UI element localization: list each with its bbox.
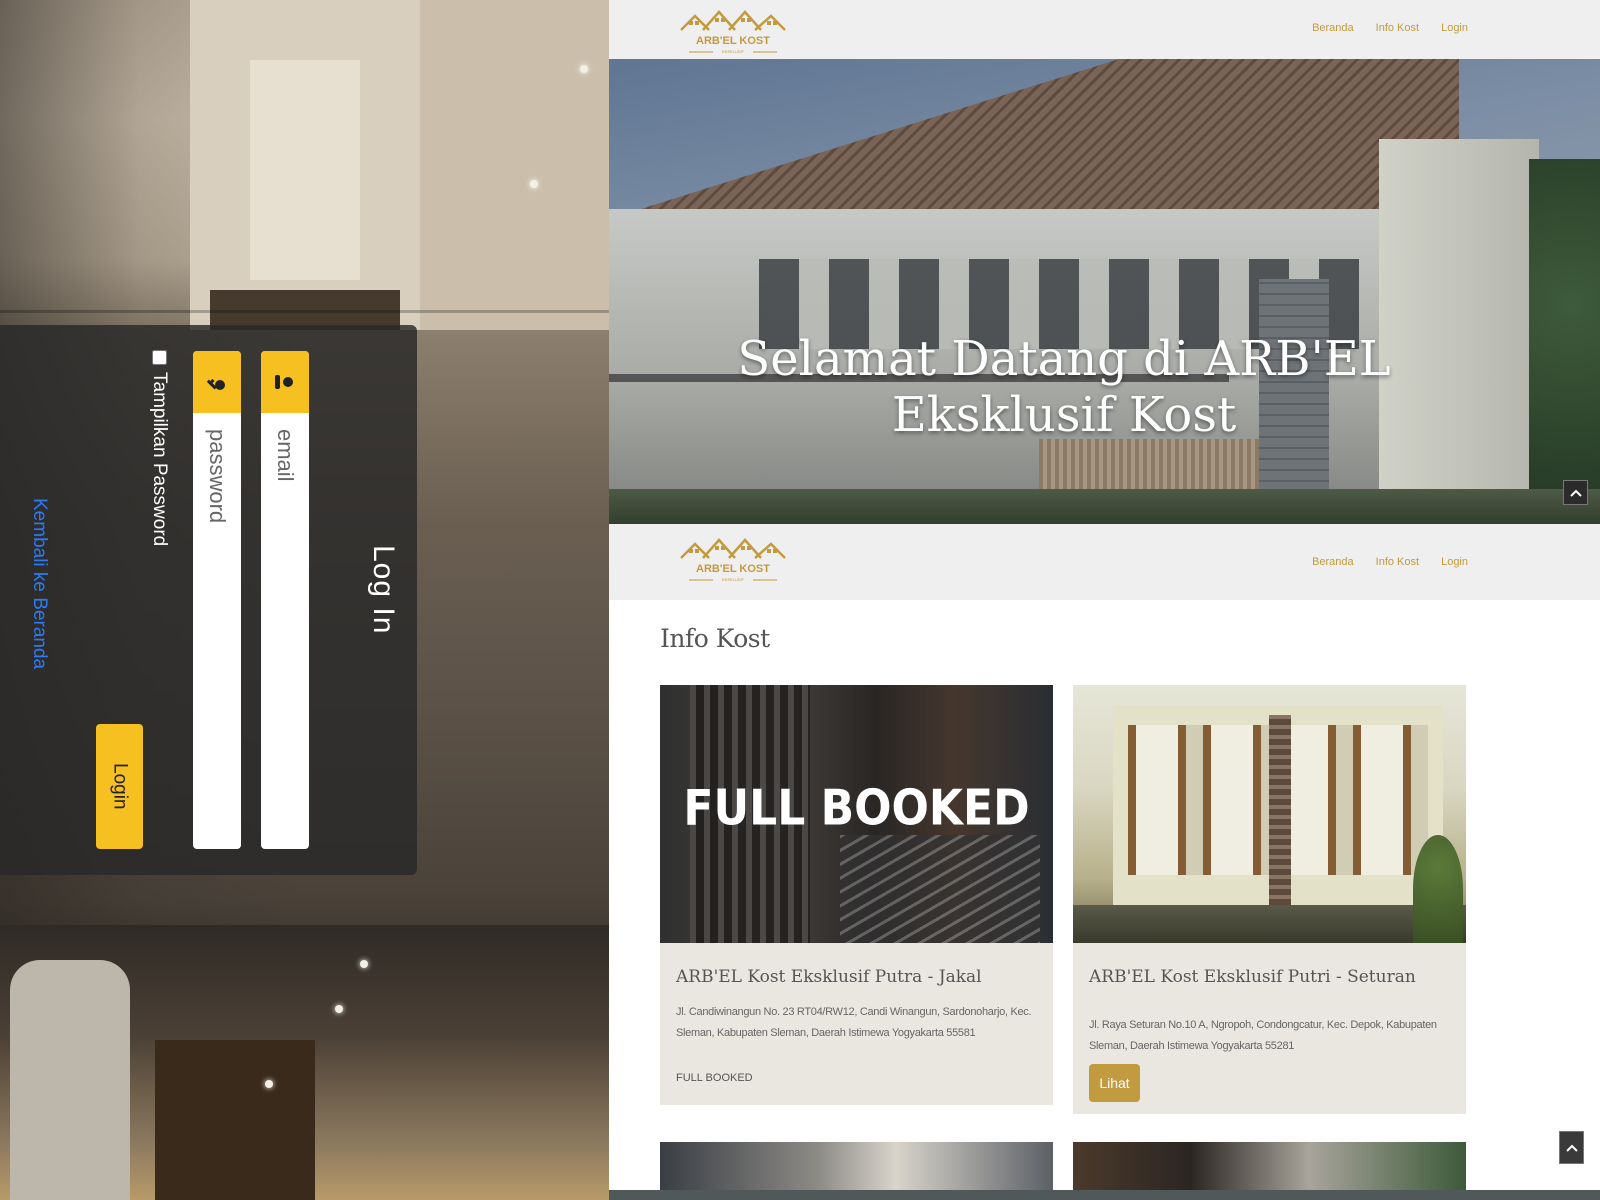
user-icon [261, 351, 309, 413]
ceiling-light [360, 960, 368, 968]
full-booked-overlay-text: FULL BOOKED [683, 779, 1030, 838]
background-ceiling [420, 0, 609, 330]
lihat-button[interactable]: Lihat [1089, 1064, 1140, 1102]
kost-card-address: Jl. Candiwinangun No. 23 RT04/RW12, Cand… [676, 1006, 1032, 1039]
arbel-kost-logo[interactable]: ARB'EL KOST EKSKLUSIF [673, 534, 793, 584]
kost-card-address: Jl. Raya Seturan No.10 A, Ngropoh, Condo… [1089, 1019, 1437, 1052]
back-to-home-link[interactable]: Kembali ke Beranda [28, 498, 50, 669]
kost-card: ARB'EL Kost Eksklusif Putri - Seturan Jl… [1073, 685, 1466, 1114]
chevron-up-icon [1569, 489, 1582, 497]
show-password-label[interactable]: Tampilkan Password [148, 372, 170, 546]
key-icon [193, 351, 241, 413]
logo-subtext: EKSKLUSIF [722, 49, 745, 54]
kost-image-putra: FULL BOOKED [660, 685, 1053, 943]
nav-login[interactable]: Login [1441, 22, 1468, 34]
ceiling-light [580, 65, 588, 73]
kost-image-putri [1073, 685, 1466, 943]
image-ground [1073, 905, 1466, 943]
nav-beranda[interactable]: Beranda [1312, 556, 1354, 568]
login-button[interactable]: Login [96, 724, 143, 849]
ceiling-light [335, 1005, 343, 1013]
background-column [250, 60, 360, 280]
logo-text: ARB'EL KOST [696, 563, 770, 575]
scroll-top-button[interactable] [1559, 1131, 1584, 1164]
kost-card-title: ARB'EL Kost Eksklusif Putra - Jakal [676, 967, 982, 987]
image-palm [1413, 835, 1463, 943]
top-navbar: ARB'EL KOST EKSKLUSIF Beranda Info Kost … [609, 0, 1600, 59]
hero-banner: Selamat Datang di ARB'EL Eksklusif Kost [609, 59, 1600, 524]
scroll-top-button[interactable] [1563, 480, 1588, 505]
info-kost-heading: Info Kost [660, 624, 770, 653]
hero-title: Selamat Datang di ARB'EL Eksklusif Kost [737, 331, 1391, 443]
login-title: Log In [367, 545, 400, 635]
nav-links: Beranda Info Kost Login [1312, 524, 1468, 600]
chevron-up-icon [1565, 1144, 1578, 1152]
website-panel: ARB'EL KOST EKSKLUSIF Beranda Info Kost … [609, 0, 1600, 1200]
background-beam [0, 310, 609, 313]
nav-info-kost[interactable]: Info Kost [1376, 556, 1419, 568]
nav-links: Beranda Info Kost Login [1312, 0, 1468, 56]
footer-edge [609, 1190, 1600, 1200]
nav-beranda[interactable]: Beranda [1312, 22, 1354, 34]
ceiling-light [265, 1080, 273, 1088]
kost-card-status: FULL BOOKED [676, 1072, 753, 1084]
show-password-row: Tampilkan Password [148, 350, 172, 600]
password-input[interactable] [193, 413, 241, 849]
nav-login[interactable]: Login [1441, 556, 1468, 568]
login-page-panel: Log In Tampilkan Password Login Kembali … [0, 0, 609, 1200]
show-password-checkbox[interactable] [152, 350, 167, 365]
secondary-navbar: ARB'EL KOST EKSKLUSIF Beranda Info Kost … [609, 524, 1600, 600]
email-input[interactable] [261, 413, 309, 849]
hero-tree [1529, 159, 1600, 524]
email-field-group [261, 351, 309, 849]
logo-text: ARB'EL KOST [696, 35, 770, 47]
hero-ground [609, 489, 1600, 524]
logo-subtext: EKSKLUSIF [722, 577, 745, 582]
password-field-group [193, 351, 241, 849]
kost-card-title: ARB'EL Kost Eksklusif Putri - Seturan [1089, 967, 1416, 987]
ceiling-light [530, 180, 538, 188]
image-stone-column [1269, 715, 1291, 915]
nav-info-kost[interactable]: Info Kost [1376, 22, 1419, 34]
background-chair [10, 960, 130, 1200]
background-bookshelf [155, 1040, 315, 1200]
kost-card: FULL BOOKED ARB'EL Kost Eksklusif Putra … [660, 685, 1053, 1105]
arbel-kost-logo[interactable]: ARB'EL KOST EKSKLUSIF [673, 6, 793, 56]
